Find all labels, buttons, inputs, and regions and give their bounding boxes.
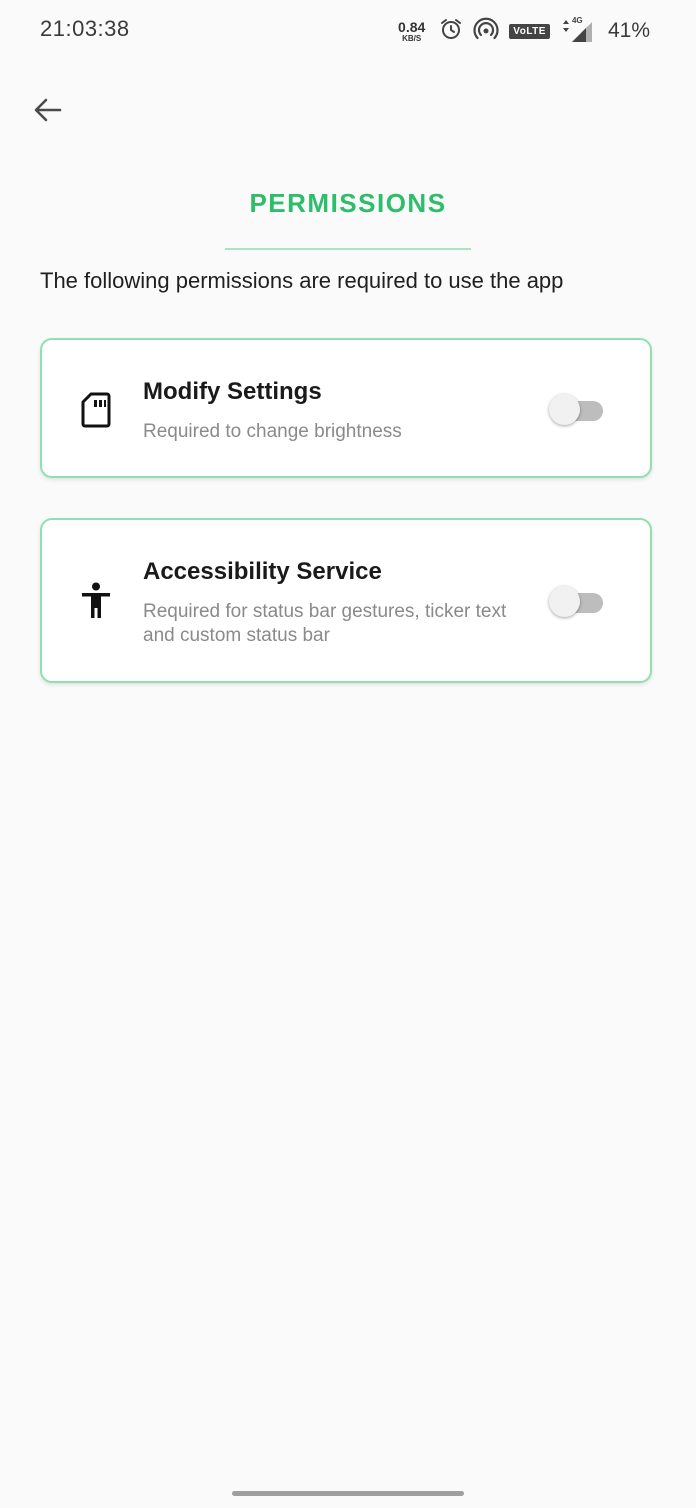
accessibility-icon — [78, 581, 114, 621]
alarm-icon — [439, 17, 463, 46]
status-time: 21:03:38 — [40, 16, 130, 41]
intro-text: The following permissions are required t… — [40, 268, 564, 293]
page-title: PERMISSIONS — [249, 188, 447, 218]
toggle-thumb — [549, 586, 580, 617]
permission-title: Modify Settings — [143, 378, 322, 405]
arrow-left-icon — [34, 98, 62, 122]
back-button[interactable] — [26, 88, 70, 132]
battery-level: 41% — [607, 19, 650, 42]
network-type: 4G — [571, 16, 583, 25]
signal-icon: 4G — [560, 16, 594, 44]
network-speed-value: 0.84 — [398, 18, 426, 35]
permission-description: Required to change brightness — [143, 421, 402, 442]
home-indicator[interactable] — [232, 1491, 464, 1496]
network-speed-unit: KB/S — [402, 33, 422, 43]
accessibility-service-toggle[interactable] — [549, 584, 605, 618]
toggle-thumb — [549, 394, 580, 425]
modify-settings-toggle[interactable] — [549, 392, 605, 426]
permissions-screen: 21:03:38 0.84 KB/S VoLTE 4G 41% PERMISSI… — [0, 0, 696, 1508]
volte-icon: VoLTE — [509, 23, 550, 39]
hotspot-icon — [473, 17, 499, 46]
permission-title: Accessibility Service — [143, 558, 382, 585]
status-bar: 21:03:38 0.84 KB/S VoLTE 4G 41% — [0, 0, 696, 60]
status-icons: 0.84 KB/S VoLTE 4G 41% — [398, 14, 650, 48]
permission-card-modify-settings[interactable]: Modify Settings Required to change brigh… — [40, 338, 652, 478]
sd-card-icon — [78, 390, 114, 430]
permission-description: Required for status bar gestures, ticker… — [143, 601, 507, 646]
permission-card-accessibility-service[interactable]: Accessibility Service Required for statu… — [40, 518, 652, 683]
title-underline — [225, 248, 471, 250]
network-speed: 0.84 KB/S — [398, 20, 425, 43]
